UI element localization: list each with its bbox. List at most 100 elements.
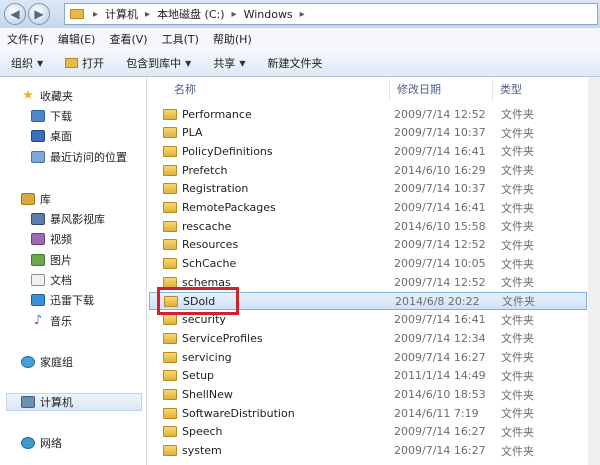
nav-label: 桌面 (50, 130, 72, 143)
breadcrumb-windows[interactable]: Windows (242, 8, 295, 21)
menu-edit[interactable]: 编辑(E) (51, 31, 103, 47)
nav-label: 图片 (50, 254, 72, 267)
file-row[interactable]: servicing 2009/7/14 16:27 文件夹 (149, 348, 587, 366)
star-icon: ★ (22, 88, 34, 103)
file-date: 2014/6/8 20:22 (395, 294, 480, 308)
nav-homegroup[interactable]: 家庭组 (21, 353, 73, 371)
file-row[interactable]: Registration 2009/7/14 10:37 文件夹 (149, 180, 587, 198)
back-button[interactable]: ◀ (4, 3, 26, 25)
folder-icon (70, 9, 84, 19)
folder-icon (163, 314, 177, 326)
menu-view[interactable]: 查看(V) (102, 31, 154, 47)
file-row[interactable]: Setup 2011/1/14 14:49 文件夹 (149, 367, 587, 385)
nav-label: 文档 (50, 274, 72, 287)
nav-music[interactable]: ♪ 音乐 (31, 312, 72, 330)
nav-favorites[interactable]: ★ 收藏夹 (21, 87, 73, 105)
title-bar: ◀ ▶ ▸ 计算机 ▸ 本地磁盘 (C:) ▸ Windows ▸ (0, 0, 600, 28)
file-row[interactable]: system 2009/7/14 16:27 文件夹 (149, 442, 587, 460)
file-type: 文件夹 (501, 407, 534, 421)
nav-videos[interactable]: 视频 (31, 230, 72, 248)
column-divider[interactable] (492, 79, 493, 101)
file-name: Resources (182, 238, 239, 252)
folder-icon (163, 258, 177, 270)
file-row[interactable]: RemotePackages 2009/7/14 16:41 文件夹 (149, 199, 587, 217)
file-row[interactable]: ShellNew 2014/6/10 18:53 文件夹 (149, 386, 587, 404)
file-name: Setup (182, 369, 215, 383)
menu-help[interactable]: 帮助(H) (206, 31, 259, 47)
chevron-right-icon[interactable]: ▸ (227, 9, 242, 20)
file-row[interactable]: SchCache 2009/7/14 10:05 文件夹 (149, 255, 587, 273)
breadcrumb-local-disk[interactable]: 本地磁盘 (C:) (155, 6, 226, 22)
folder-icon (163, 127, 177, 139)
file-type: 文件夹 (501, 201, 534, 215)
include-in-library-button[interactable]: 包含到库中 ▼ (115, 55, 202, 71)
column-header-date[interactable]: 修改日期 (397, 80, 441, 100)
new-folder-label: 新建文件夹 (267, 57, 323, 70)
nav-label: 暴风影视库 (50, 213, 105, 226)
chevron-right-icon[interactable]: ▸ (295, 9, 310, 20)
breadcrumb-computer[interactable]: 计算机 (103, 6, 140, 22)
folder-icon (163, 407, 177, 419)
file-row[interactable]: Speech 2009/7/14 16:27 文件夹 (149, 423, 587, 441)
open-button[interactable]: 打开 (54, 55, 115, 71)
file-type: 文件夹 (502, 295, 535, 308)
nav-label: 收藏夹 (40, 90, 73, 103)
file-name: security (182, 313, 226, 327)
chevron-right-icon[interactable]: ▸ (140, 9, 155, 20)
nav-network[interactable]: 网络 (21, 434, 62, 452)
file-type: 文件夹 (501, 444, 534, 458)
nav-libraries[interactable]: 库 (21, 190, 51, 208)
vertical-scrollbar[interactable] (588, 77, 600, 465)
share-button[interactable]: 共享 ▼ (202, 55, 256, 71)
organize-button[interactable]: 组织 ▼ (0, 55, 54, 71)
file-date: 2009/7/14 16:27 (394, 444, 486, 458)
recent-places-icon (31, 151, 45, 163)
file-row[interactable]: PLA 2009/7/14 10:37 文件夹 (149, 124, 587, 142)
file-date: 2009/7/14 10:37 (394, 182, 486, 196)
nav-recent-places[interactable]: 最近访问的位置 (31, 148, 127, 166)
nav-desktop[interactable]: 桌面 (31, 127, 72, 145)
folder-icon (163, 389, 177, 400)
file-row[interactable]: PolicyDefinitions 2009/7/14 16:41 文件夹 (149, 142, 587, 160)
file-date: 2009/7/14 16:27 (394, 350, 486, 364)
nav-computer[interactable]: 计算机 (6, 393, 142, 411)
file-name: PLA (182, 126, 203, 140)
file-date: 2009/7/14 12:52 (394, 107, 486, 121)
nav-baofeng-library[interactable]: 暴风影视库 (31, 210, 105, 228)
folder-icon (163, 183, 177, 195)
nav-pictures[interactable]: 图片 (31, 251, 72, 269)
nav-thunder-downloads[interactable]: 迅雷下载 (31, 291, 94, 309)
file-name: servicing (182, 350, 232, 364)
forward-button[interactable]: ▶ (28, 3, 50, 25)
file-row[interactable]: SoftwareDistribution 2014/6/11 7:19 文件夹 (149, 404, 587, 422)
file-date: 2009/7/14 12:52 (394, 275, 486, 289)
thunder-icon (31, 294, 45, 306)
file-type: 文件夹 (501, 351, 534, 365)
column-divider[interactable] (389, 79, 390, 101)
file-row[interactable]: Resources 2009/7/14 12:52 文件夹 (149, 236, 587, 254)
file-date: 2009/7/14 10:05 (394, 257, 486, 271)
file-row[interactable]: ServiceProfiles 2009/7/14 12:34 文件夹 (149, 329, 587, 347)
computer-icon (21, 396, 35, 408)
file-date: 2014/6/10 18:53 (394, 388, 486, 401)
nav-label: 最近访问的位置 (50, 151, 127, 164)
new-folder-button[interactable]: 新建文件夹 (256, 55, 333, 71)
nav-label: 迅雷下载 (50, 294, 94, 307)
file-row[interactable]: Performance 2009/7/14 12:52 文件夹 (149, 105, 587, 123)
menu-file[interactable]: 文件(F) (0, 31, 51, 47)
nav-downloads[interactable]: 下载 (31, 107, 72, 125)
menu-tools[interactable]: 工具(T) (155, 31, 206, 47)
file-row[interactable]: Prefetch 2014/6/10 16:29 文件夹 (149, 161, 587, 179)
file-type: 文件夹 (501, 425, 534, 439)
nav-label: 计算机 (40, 396, 73, 409)
column-header-type[interactable]: 类型 (500, 80, 522, 100)
file-date: 2009/7/14 16:41 (394, 201, 486, 214)
file-date: 2014/6/10 15:58 (394, 219, 486, 233)
share-label: 共享 (213, 57, 236, 70)
address-bar[interactable]: ▸ 计算机 ▸ 本地磁盘 (C:) ▸ Windows ▸ (64, 3, 598, 25)
file-name: Speech (182, 425, 223, 439)
nav-documents[interactable]: 文档 (31, 271, 72, 289)
file-type: 文件夹 (501, 220, 534, 234)
file-row[interactable]: rescache 2014/6/10 15:58 文件夹 (149, 217, 587, 235)
column-header-name[interactable]: 名称 (174, 80, 196, 100)
